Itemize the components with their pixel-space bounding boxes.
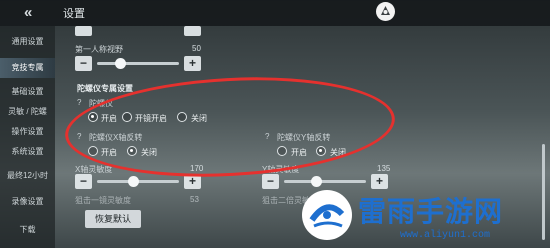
top-minus-button[interactable] <box>75 26 92 36</box>
sidebar-item-system[interactable]: 系统设置 <box>0 142 55 162</box>
reset-default-button[interactable]: 恢复默认 <box>85 210 141 228</box>
x-sensitivity-plus-button[interactable]: + <box>184 174 201 189</box>
fov-plus-button[interactable]: + <box>184 56 201 71</box>
gyro-section-title: 陀螺仪专属设置 <box>77 84 133 93</box>
x-invert-on-label: 开启 <box>101 148 117 157</box>
y-invert-off-radio[interactable] <box>316 146 326 156</box>
x-invert-on-radio[interactable] <box>88 146 98 156</box>
watermark-url: www.aliyun1.com <box>400 230 491 241</box>
sidebar-item-basic[interactable]: 基础设置 <box>0 82 55 102</box>
sidebar-item-download[interactable]: 下载 <box>0 220 55 240</box>
x-invert-off-radio[interactable] <box>127 146 137 156</box>
sniper-scope-label: 狙击一镜灵敏度 <box>75 196 131 205</box>
gyro-option-scope-radio[interactable] <box>122 112 132 122</box>
character-avatar-icon[interactable] <box>376 2 395 21</box>
help-icon[interactable]: ? <box>77 98 81 107</box>
sidebar-item-final-12h[interactable]: 最终12小时 <box>0 166 55 186</box>
top-plus-button[interactable] <box>184 26 201 36</box>
fov-slider-knob[interactable] <box>115 58 126 69</box>
gyro-label: 陀螺仪 <box>89 99 113 108</box>
y-sensitivity-minus-button[interactable]: − <box>262 174 279 189</box>
sniper-scope-value: 53 <box>190 195 199 204</box>
y-invert-on-radio[interactable] <box>277 146 287 156</box>
x-invert-off-label: 关闭 <box>141 148 157 157</box>
sidebar-item-competitive[interactable]: 竞技专属 <box>0 58 55 78</box>
fov-value: 50 <box>192 44 201 53</box>
help-icon[interactable]: ? <box>77 132 81 141</box>
x-sensitivity-minus-button[interactable]: − <box>75 174 92 189</box>
fov-minus-button[interactable]: − <box>75 56 92 71</box>
fov-slider-track[interactable] <box>97 62 179 65</box>
fov-label: 第一人称视野 <box>75 45 123 54</box>
y-invert-off-label: 关闭 <box>330 148 346 157</box>
sidebar-item-controls[interactable]: 操作设置 <box>0 122 55 142</box>
y-invert-on-label: 开启 <box>291 148 307 157</box>
gyro-option-scope-label: 开镜开启 <box>135 114 167 123</box>
x-sensitivity-value: 170 <box>190 164 204 173</box>
sidebar: 通用设置 竞技专属 基础设置 灵敏 / 陀螺 操作设置 系统设置 最终12小时 … <box>0 26 55 248</box>
back-button[interactable]: « <box>24 4 46 22</box>
gyro-option-off-radio[interactable] <box>177 112 187 122</box>
x-sensitivity-knob[interactable] <box>128 176 139 187</box>
watermark: 雷雨手游网 www.aliyun1.com <box>300 186 550 248</box>
watermark-title: 雷雨手游网 <box>358 196 504 227</box>
sidebar-item-sensitivity-gyro[interactable]: 灵敏 / 陀螺 <box>0 102 55 122</box>
y-invert-label: 陀螺仪Y轴反转 <box>277 133 331 142</box>
watermark-logo-icon <box>302 190 352 240</box>
page-title: 设置 <box>63 8 85 20</box>
gyro-option-off-label: 关闭 <box>191 114 207 123</box>
sidebar-item-general[interactable]: 通用设置 <box>0 32 55 52</box>
help-icon[interactable]: ? <box>265 132 269 141</box>
x-invert-label: 陀螺仪X轴反转 <box>89 133 143 142</box>
double-chevron-left-icon: « <box>24 4 33 21</box>
gyro-option-on-label: 开启 <box>101 114 117 123</box>
gyro-option-on-radio[interactable] <box>88 112 98 122</box>
sidebar-item-replay[interactable]: 录像设置 <box>0 192 55 212</box>
y-sensitivity-track[interactable] <box>284 180 366 183</box>
top-bar: « 设置 <box>0 0 550 26</box>
y-sensitivity-value: 135 <box>377 164 391 173</box>
